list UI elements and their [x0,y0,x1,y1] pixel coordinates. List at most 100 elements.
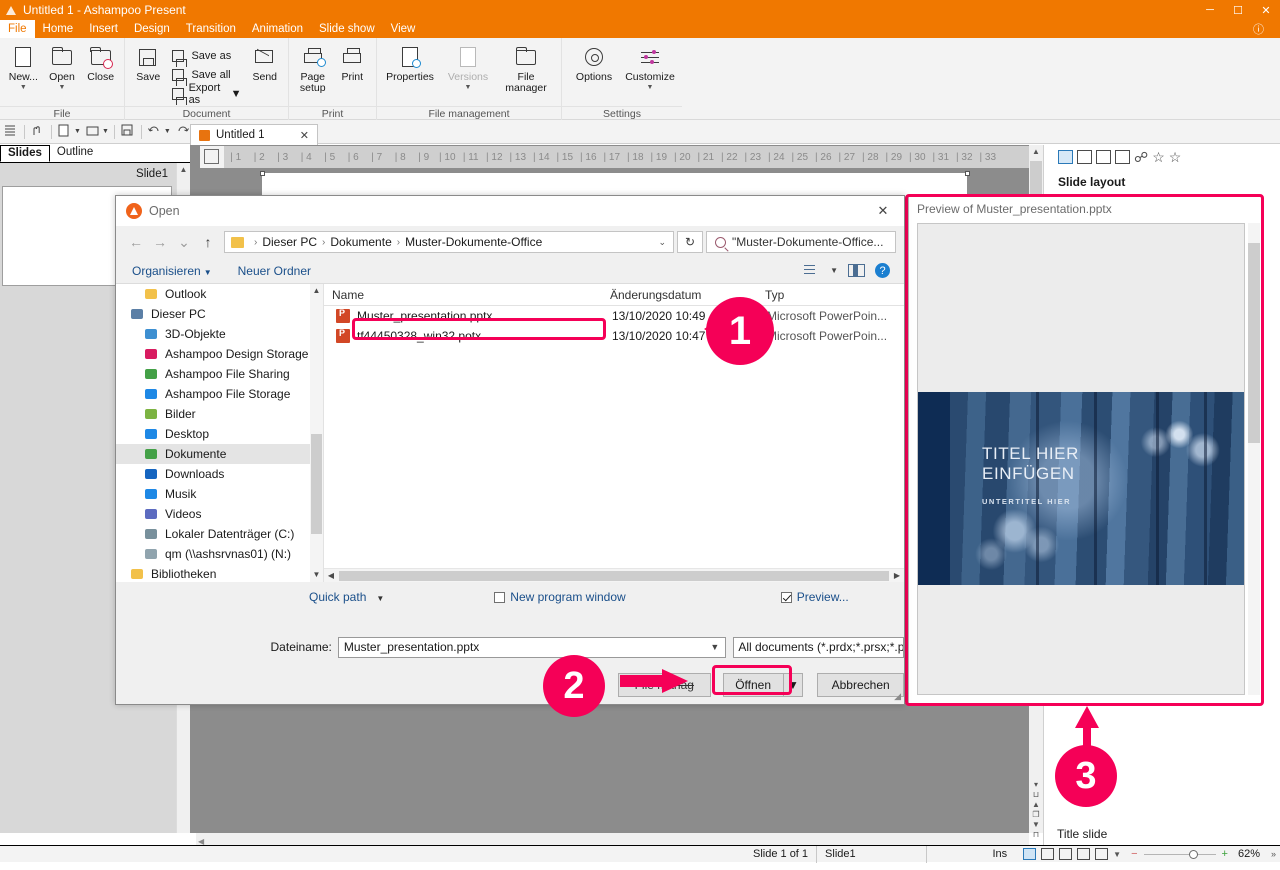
slide-layout-icon[interactable] [1058,150,1073,164]
slide-save-icon[interactable] [1115,150,1130,164]
scroll-thumb[interactable] [311,434,322,534]
ribbon-customize-button[interactable]: Customize ▼ [622,41,678,99]
chevron-down-icon[interactable]: ▼ [830,266,838,275]
quick-path-button[interactable]: Quick path ▼ [309,590,384,604]
ribbon-page-setup-button[interactable]: Page setup [293,41,333,99]
help-icon[interactable]: ? [875,263,890,278]
editor-horizontal-scrollbar[interactable]: ◀ [196,833,1029,846]
chevron-down-icon[interactable]: ▼ [74,128,81,135]
preview-pane-icon[interactable] [848,264,865,277]
slide-colors-icon[interactable] [1096,150,1111,164]
scroll-up-arrow[interactable]: ▲ [310,284,323,298]
chevron-down-icon[interactable]: ▼ [231,88,242,100]
tab-slides[interactable]: Slides [0,145,50,162]
scroll-up-arrow[interactable]: ▲ [177,163,190,177]
menu-item-transition[interactable]: Transition [178,20,244,38]
next-slide-icon[interactable]: ▼ [1029,820,1043,830]
first-slide-icon[interactable]: ⊔ [1029,790,1043,800]
ribbon-close-button[interactable]: Close [81,41,120,99]
forward-icon[interactable]: → [148,230,172,254]
favorite-add-icon[interactable]: ☆ [1152,150,1165,164]
ribbon-file-manager-button[interactable]: File manager [497,41,555,99]
breadcrumb-item-0[interactable]: Dieser PC [262,235,317,249]
tree-item-dieser-pc[interactable]: Dieser PC [116,304,323,324]
search-input[interactable]: "Muster-Dokumente-Office... [706,231,896,253]
new-folder-button[interactable]: Neuer Ordner [238,264,311,278]
chevron-down-icon[interactable]: ▼ [465,84,472,91]
tree-item-qm-ashsrvnas01-n[interactable]: qm (\\ashsrvnas01) (N:) [116,544,323,564]
file-list-hscrollbar[interactable]: ◀ ▶ [324,568,904,582]
zoom-out-button[interactable]: − [1131,848,1137,860]
tab-outline[interactable]: Outline [50,145,100,162]
favorite-icon[interactable]: ☆ [1169,150,1182,164]
menu-item-view[interactable]: View [383,20,424,38]
column-header-name[interactable]: Name [324,288,602,302]
menu-lines-icon[interactable] [4,124,18,140]
normal-view-icon[interactable] [1023,848,1037,860]
chevron-down-icon[interactable]: ▾ [1029,780,1043,790]
up-icon[interactable]: ↑ [196,230,220,254]
scroll-down-arrow[interactable]: ▼ [310,568,323,582]
tree-scrollbar[interactable]: ▲ ▼ [310,284,323,582]
organize-button[interactable]: Organisieren ▼ [132,264,212,278]
undo-icon[interactable] [147,124,162,140]
new-document-icon[interactable] [58,124,72,140]
chevron-down-icon[interactable]: ▼ [20,84,27,91]
save-disk-icon[interactable] [121,124,135,140]
hand-cursor-icon[interactable] [31,124,45,140]
selection-handle[interactable] [965,171,970,176]
tree-item-videos[interactable]: Videos [116,504,323,524]
minimize-button[interactable]: ─ [1196,0,1224,20]
tree-item-lokaler-datentr-ger-c[interactable]: Lokaler Datenträger (C:) [116,524,323,544]
scroll-right-arrow[interactable]: ▶ [890,571,904,580]
copy-icon[interactable]: ❐ [1029,810,1043,820]
zoom-in-button[interactable]: + [1222,848,1228,860]
menu-item-home[interactable]: Home [35,20,82,38]
ribbon-send-button[interactable]: Send [246,41,284,99]
breadcrumb[interactable]: › Dieser PC › Dokumente › Muster-Dokumen… [224,231,674,253]
slide-sorter-icon[interactable] [1041,848,1055,860]
scroll-left-arrow[interactable]: ◀ [324,571,338,580]
ribbon-save-button[interactable]: Save [129,41,167,99]
tree-item-ashampoo-design-storage[interactable]: Ashampoo Design Storage [116,344,323,364]
chevron-down-icon[interactable]: ⌄ [658,237,666,248]
last-slide-icon[interactable]: ⊓ [1029,830,1043,840]
tree-item-dokumente[interactable]: Dokumente [116,444,323,464]
ribbon-options-button[interactable]: Options [566,41,622,99]
slide-edit-icon[interactable] [1077,150,1092,164]
notes-view-icon[interactable] [1077,848,1091,860]
cancel-button[interactable]: Abbrechen [817,673,904,697]
prev-slide-icon[interactable]: ▲ [1029,800,1043,810]
menu-item-design[interactable]: Design [126,20,178,38]
filename-input[interactable]: Muster_presentation.pptx ▼ [337,636,727,658]
ribbon-save-as-button[interactable]: Save as [167,46,245,67]
chevron-down-icon[interactable]: ▼ [710,642,719,652]
tree-item-ashampoo-file-sharing[interactable]: Ashampoo File Sharing [116,364,323,384]
document-tab[interactable]: Untitled 1 ✕ [190,124,318,145]
ribbon-properties-button[interactable]: Properties [381,41,439,99]
close-icon[interactable]: ✕ [300,129,309,142]
tree-item-downloads[interactable]: Downloads [116,464,323,484]
column-header-type[interactable]: Typ [757,288,904,302]
breadcrumb-item-2[interactable]: Muster-Dokumente-Office [405,235,542,249]
resize-grip-icon[interactable]: ◢ [894,691,901,702]
view-list-icon[interactable] [804,264,820,277]
link-icon[interactable]: ☍ [1134,150,1148,164]
chevron-down-icon[interactable]: ▼ [164,128,171,135]
ribbon-versions-button[interactable]: Versions ▼ [439,41,497,99]
zoom-expand-icon[interactable]: » [1271,849,1276,859]
tree-item-bibliotheken[interactable]: Bibliotheken [116,564,323,582]
zoom-slider-track[interactable] [1143,853,1216,855]
close-button[interactable]: ✕ [1252,0,1280,20]
tree-item-bilder[interactable]: Bilder [116,404,323,424]
slideshow-view-icon[interactable] [1095,848,1109,860]
menu-item-animation[interactable]: Animation [244,20,311,38]
chevron-down-icon[interactable]: ▼ [1113,850,1121,859]
chevron-down-icon[interactable]: ▼ [59,84,66,91]
breadcrumb-item-1[interactable]: Dokumente [330,235,391,249]
menu-item-insert[interactable]: Insert [81,20,126,38]
tree-item-ashampoo-file-storage[interactable]: Ashampoo File Storage [116,384,323,404]
menu-item-slide-show[interactable]: Slide show [311,20,383,38]
preview-checkbox[interactable]: Preview... [780,590,849,604]
redo-icon[interactable] [176,124,190,140]
